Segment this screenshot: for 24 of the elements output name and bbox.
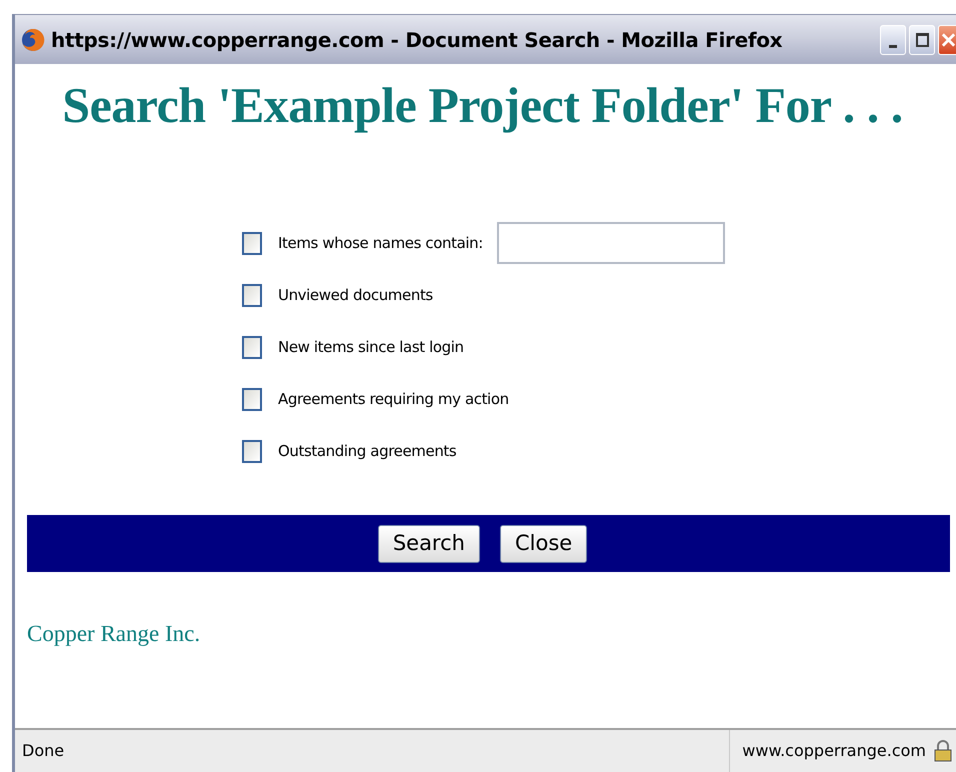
page-heading: Search 'Example Project Folder' For . . . — [61, 78, 904, 133]
option-label: Unviewed documents — [278, 284, 433, 306]
name-input-field[interactable] — [496, 222, 725, 264]
checkbox[interactable] — [242, 388, 262, 410]
search-button[interactable]: Search — [378, 524, 480, 562]
minimize-button[interactable] — [880, 24, 906, 54]
lock-icon — [934, 740, 952, 762]
status-text: Done — [22, 740, 64, 762]
checkbox[interactable] — [242, 440, 262, 462]
option-label: Outstanding agreements — [278, 440, 456, 462]
domain-text: www.copperrange.com — [742, 740, 926, 762]
option-label: Agreements requiring my action — [278, 388, 509, 410]
close-dialog-button[interactable]: Close — [500, 524, 588, 562]
window-title: https://www.copperrange.com - Document Search - Mozilla Firefox — [51, 26, 782, 54]
firefox-icon — [21, 28, 45, 52]
option-label: Items whose names contain: — [278, 232, 483, 254]
close-button[interactable] — [938, 24, 956, 54]
company-name: Copper Range Inc. — [27, 620, 202, 648]
close-icon — [941, 32, 956, 48]
option-label: New items since last login — [278, 336, 464, 358]
checkbox[interactable] — [242, 284, 262, 306]
checkbox[interactable] — [242, 336, 262, 358]
checkbox[interactable] — [242, 232, 262, 254]
maximize-button[interactable] — [909, 24, 935, 54]
